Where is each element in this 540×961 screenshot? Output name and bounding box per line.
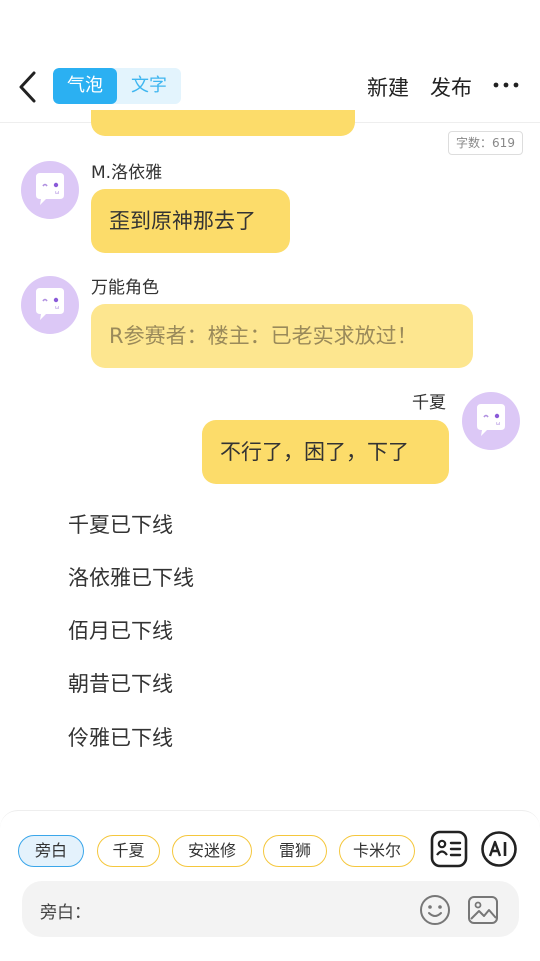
- message-bubble[interactable]: 歪到原神那去了: [91, 189, 290, 253]
- image-icon[interactable]: [466, 893, 500, 927]
- back-icon[interactable]: [14, 70, 44, 104]
- avatar-icon: ω: [36, 288, 64, 320]
- avatar-icon: ω: [36, 173, 64, 205]
- character-chip[interactable]: 雷狮: [263, 835, 327, 867]
- avatar[interactable]: ω: [21, 276, 79, 334]
- character-chip[interactable]: 安迷修: [172, 835, 252, 867]
- avatar[interactable]: ω: [21, 161, 79, 219]
- publish-button[interactable]: 发布: [430, 72, 472, 102]
- message-bubble[interactable]: R参赛者：楼主：已老实求放过！: [91, 304, 473, 368]
- emoji-icon[interactable]: [418, 893, 452, 927]
- sender-name: 万能角色: [91, 278, 159, 298]
- character-chip[interactable]: 千夏: [97, 835, 160, 867]
- character-chip[interactable]: 卡米尔: [339, 835, 415, 867]
- input-speaker-label: 旁白：: [40, 903, 91, 923]
- message-input[interactable]: 旁白：: [22, 881, 519, 937]
- card-icon[interactable]: [429, 829, 469, 869]
- svg-text:ω: ω: [496, 421, 500, 427]
- avatar[interactable]: ω: [462, 392, 520, 450]
- status-text: 伶雅已下线: [68, 726, 173, 750]
- new-button[interactable]: 新建: [367, 72, 409, 102]
- status-text: 佰月已下线: [68, 619, 173, 643]
- ai-icon[interactable]: [479, 829, 519, 869]
- avatar-icon: ω: [477, 404, 505, 436]
- status-text: 洛依雅已下线: [68, 566, 194, 590]
- word-count-badge: 字数：619: [448, 131, 523, 155]
- top-bar: 气泡 文字 新建 发布: [0, 0, 540, 123]
- more-icon[interactable]: [492, 74, 520, 96]
- previous-bubble-fragment: [91, 110, 355, 136]
- status-text: 千夏已下线: [68, 513, 173, 537]
- svg-text:ω: ω: [55, 305, 59, 311]
- sender-name: M.洛依雅: [91, 163, 163, 183]
- tab-bubble[interactable]: 气泡: [53, 68, 117, 104]
- character-chip-narration[interactable]: 旁白: [18, 835, 84, 867]
- composer-panel: 旁白 千夏 安迷修 雷狮 卡米尔 旁白：: [0, 810, 540, 961]
- sender-name: 千夏: [412, 393, 446, 413]
- mode-toggle: 气泡 文字: [53, 68, 181, 104]
- tab-text[interactable]: 文字: [117, 68, 181, 104]
- svg-text:ω: ω: [55, 190, 59, 196]
- message-bubble[interactable]: 不行了，困了，下了: [202, 420, 449, 484]
- status-text: 朝昔已下线: [68, 672, 173, 696]
